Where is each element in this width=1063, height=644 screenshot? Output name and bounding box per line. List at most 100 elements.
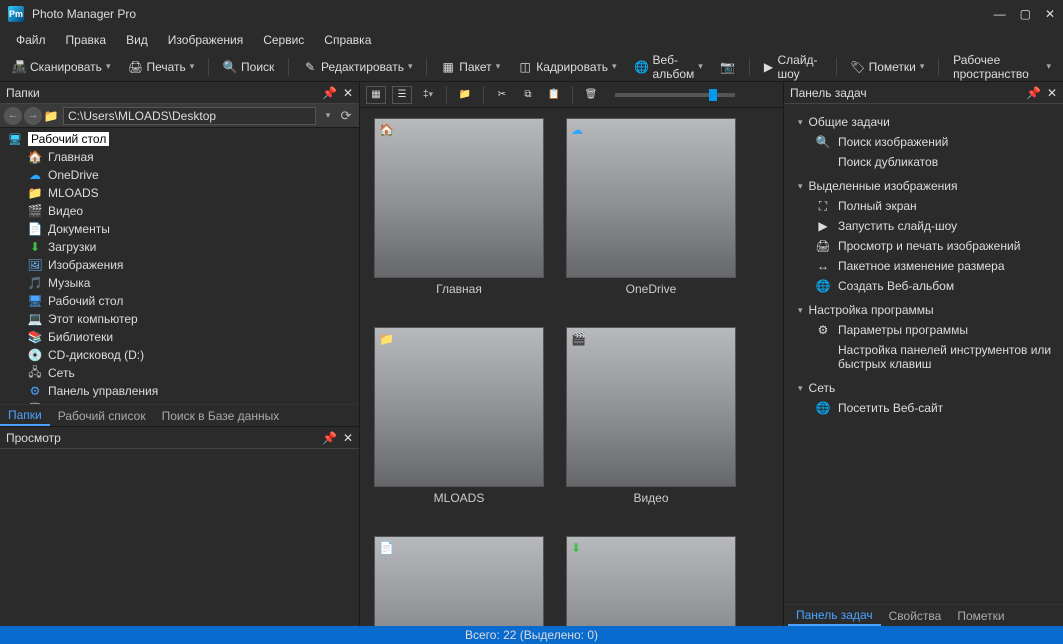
close-panel-icon[interactable]: ✕	[343, 86, 353, 100]
pin-icon[interactable]: 📌	[322, 86, 337, 100]
tree-item[interactable]: 🎬Видео	[20, 202, 359, 220]
task-item[interactable]: Настройка панелей инструментов или быстр…	[798, 340, 1055, 374]
tree-item[interactable]: ⚙Панель управления	[20, 382, 359, 400]
new-folder-button[interactable]: 📁	[455, 86, 475, 104]
pc-icon: 💻	[28, 312, 42, 326]
task-item[interactable]: 🖨Просмотр и печать изображений	[798, 236, 1055, 256]
task-group-header[interactable]: Настройка программы	[798, 300, 1055, 320]
tab-folders[interactable]: Папки	[0, 405, 50, 426]
pin-icon[interactable]: 📌	[322, 431, 337, 445]
tree-item[interactable]: 🖧Сеть	[20, 364, 359, 382]
blank-icon	[816, 155, 830, 169]
tags-button[interactable]: 🏷Пометки	[845, 58, 931, 76]
camera-button[interactable]: 📷	[715, 58, 741, 76]
task-item[interactable]: 🌐Создать Веб-альбом	[798, 276, 1055, 296]
task-item-label: Просмотр и печать изображений	[838, 239, 1020, 253]
tab-dbsearch[interactable]: Поиск в Базе данных	[154, 405, 288, 426]
thumbnail[interactable]: ⬇	[566, 536, 736, 626]
batch-icon: ▦	[441, 60, 455, 74]
thumbnail[interactable]: 🏠Главная	[374, 118, 544, 313]
close-panel-icon[interactable]: ✕	[1047, 86, 1057, 100]
menubar: Файл Правка Вид Изображения Сервис Справ…	[0, 28, 1063, 52]
forward-button[interactable]: →	[24, 107, 42, 125]
tree-item[interactable]: 📚Библиотеки	[20, 328, 359, 346]
print-button[interactable]: 🖨Печать	[122, 58, 200, 76]
task-group-header[interactable]: Выделенные изображения	[798, 176, 1055, 196]
menu-service[interactable]: Сервис	[255, 31, 312, 49]
tree-item[interactable]: 🖥Рабочий стол	[20, 292, 359, 310]
task-item[interactable]: 🌐Посетить Веб-сайт	[798, 398, 1055, 418]
close-panel-icon[interactable]: ✕	[343, 431, 353, 445]
toolbar-separator	[426, 58, 427, 76]
menu-file[interactable]: Файл	[8, 31, 54, 49]
pin-icon[interactable]: 📌	[1026, 86, 1041, 100]
thumb-size-slider[interactable]	[615, 93, 735, 97]
menu-help[interactable]: Справка	[316, 31, 379, 49]
tree-item[interactable]: 💿CD-дисковод (D:)	[20, 346, 359, 364]
toolbar-separator	[836, 58, 837, 76]
task-item-label: Посетить Веб-сайт	[838, 401, 943, 415]
tab-taskpanel[interactable]: Панель задач	[788, 605, 881, 626]
edit-button[interactable]: ✎Редактировать	[297, 58, 418, 76]
batch-button[interactable]: ▦Пакет	[435, 58, 506, 76]
tree-item[interactable]: 🎵Музыка	[20, 274, 359, 292]
task-item[interactable]: ⚙Параметры программы	[798, 320, 1055, 340]
task-item-label: Полный экран	[838, 199, 917, 213]
tree-item[interactable]: 🏠Главная	[20, 148, 359, 166]
close-button[interactable]: ✕	[1045, 7, 1055, 21]
thumbnail-caption: OneDrive	[566, 282, 736, 296]
lib-icon: 📚	[28, 330, 42, 344]
copy-button[interactable]: ⧉	[518, 86, 538, 104]
delete-button[interactable]: 🗑	[581, 86, 601, 104]
back-button[interactable]: ←	[4, 107, 22, 125]
view-list-button[interactable]: ☰	[392, 86, 412, 104]
task-item[interactable]: ▶Запустить слайд-шоу	[798, 216, 1055, 236]
thumbnails-grid: 🏠Главная☁OneDrive📁MLOADS🎬Видео📄 ⬇	[360, 108, 783, 626]
folders-panel-header: Папки 📌✕	[0, 82, 359, 104]
view-grid-button[interactable]: ▦	[366, 86, 386, 104]
tree-root[interactable]: 🖥 Рабочий стол	[0, 130, 359, 148]
path-input[interactable]: C:\Users\MLOADS\Desktop	[63, 107, 316, 125]
maximize-button[interactable]: ▢	[1020, 7, 1031, 21]
thumbnail[interactable]: 📁MLOADS	[374, 327, 544, 522]
tree-item[interactable]: ⬇Загрузки	[20, 238, 359, 256]
tree-item[interactable]: ☁OneDrive	[20, 166, 359, 184]
menu-edit[interactable]: Правка	[58, 31, 115, 49]
minimize-button[interactable]: —	[994, 7, 1006, 21]
refresh-button[interactable]: ⟳	[337, 107, 355, 125]
tab-tags[interactable]: Пометки	[949, 605, 1012, 626]
task-item-label: Запустить слайд-шоу	[838, 219, 957, 233]
tree-item[interactable]: 🖼Изображения	[20, 256, 359, 274]
download-icon: ⬇	[571, 541, 585, 555]
search-button[interactable]: 🔍Поиск	[217, 58, 280, 76]
task-group-header[interactable]: Сеть	[798, 378, 1055, 398]
tree-item-label: Этот компьютер	[48, 312, 138, 326]
tab-worklist[interactable]: Рабочий список	[50, 405, 154, 426]
scan-button[interactable]: 📠Сканировать	[6, 58, 116, 76]
task-group-header[interactable]: Общие задачи	[798, 112, 1055, 132]
tree-item[interactable]: 📄Документы	[20, 220, 359, 238]
task-item[interactable]: Поиск дубликатов	[798, 152, 1055, 172]
task-item[interactable]: 🔍Поиск изображений	[798, 132, 1055, 152]
thumbnail[interactable]: ☁OneDrive	[566, 118, 736, 313]
paste-button[interactable]: 📋	[544, 86, 564, 104]
tree-item[interactable]: 📁MLOADS	[20, 184, 359, 202]
tab-properties[interactable]: Свойства	[881, 605, 950, 626]
task-item[interactable]: ↔Пакетное изменение размера	[798, 256, 1055, 276]
path-dropdown[interactable]: ▾	[321, 110, 335, 121]
crop-button[interactable]: ◫Кадрировать	[512, 58, 622, 76]
web-icon: 🌐	[816, 279, 830, 293]
slideshow-button[interactable]: ▶Слайд-шоу	[758, 51, 828, 83]
menu-images[interactable]: Изображения	[160, 31, 251, 49]
thumbnail[interactable]: 📄	[374, 536, 544, 626]
cut-button[interactable]: ✂	[492, 86, 512, 104]
workspace-button[interactable]: Рабочее пространство	[947, 51, 1057, 83]
image-icon: 🖼	[28, 258, 42, 272]
tree-item[interactable]: 💻 Этот компьютер	[20, 310, 359, 328]
menu-view[interactable]: Вид	[118, 31, 156, 49]
webalbum-button[interactable]: 🌐Веб-альбом	[629, 51, 709, 83]
thumbnail[interactable]: 🎬Видео	[566, 327, 736, 522]
toolbar-separator	[572, 86, 573, 104]
task-item[interactable]: ⛶Полный экран	[798, 196, 1055, 216]
sort-button[interactable]: ‡	[418, 86, 438, 104]
